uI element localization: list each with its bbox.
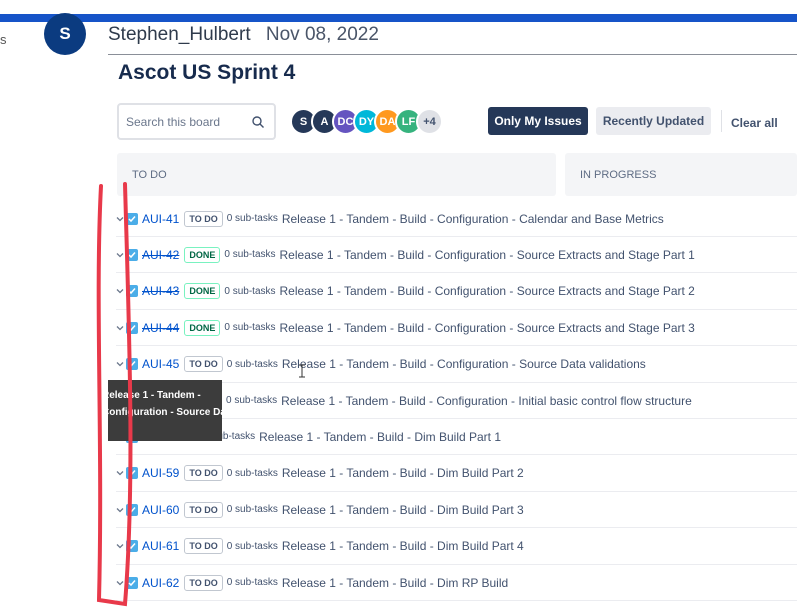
subtask-count: 0 sub-tasks — [224, 322, 276, 334]
assignee-avatar-filter: S A DC DY DA LF +4 — [290, 108, 443, 135]
post-date: Nov 08, 2022 — [265, 24, 379, 45]
issue-summary[interactable]: Release 1 - Tandem - Build - Configurati… — [282, 357, 646, 371]
subtask-count: 0 sub-tasks — [224, 249, 276, 261]
table-row[interactable]: AUI-61 TO DO 0 sub-tasks Release 1 - Tandem… — [116, 529, 797, 565]
clear-all-button[interactable]: Clear all — [731, 116, 778, 130]
table-row[interactable]: AUI-44 DONE 0 sub-tasks Release 1 - Tandem … — [116, 310, 797, 347]
issue-summary[interactable]: Release 1 - Tandem - Build - Configurati… — [282, 212, 664, 226]
post-author[interactable]: Stephen_Hulbert — [108, 24, 251, 45]
status-badge: TO DO — [184, 356, 223, 373]
top-accent-bar — [0, 14, 797, 22]
issue-summary[interactable]: Release 1 - Tandem - Build - Dim Build P… — [282, 539, 524, 553]
table-row[interactable]: AUI-43 DONE 0 sub-tasks Release 1 - Tandem … — [116, 274, 797, 310]
left-text-fragment: s — [0, 32, 7, 47]
subtask-count: 0 sub-tasks — [226, 395, 278, 406]
status-badge: TO DO — [184, 574, 223, 591]
status-badge: TO DO — [184, 501, 223, 518]
table-row[interactable]: AUI-62 TO DO 0 sub-tasks Release 1 - Tandem… — [116, 565, 797, 601]
board-title: Ascot US Sprint 4 — [118, 61, 296, 84]
post-header: Stephen_Hulbert Nov 08, 2022 — [108, 24, 379, 46]
text-cursor-icon — [299, 364, 305, 378]
board-search[interactable] — [117, 103, 276, 140]
issue-summary[interactable]: Release 1 - Tandem - Build - Configurati… — [280, 284, 695, 298]
issue-key-link[interactable]: AUI-43 — [142, 284, 179, 298]
recently-updated-button[interactable]: Recently Updated — [596, 107, 711, 135]
column-header-in-progress: IN PROGRESS — [565, 153, 797, 196]
table-row[interactable]: AUI-59 TO DO 0 sub-tasks Release 1 - Tandem… — [116, 456, 797, 492]
issue-key-link[interactable]: AUI-42 — [142, 248, 179, 262]
table-row[interactable]: AUI-42 DONE 0 sub-tasks Release 1 - Tandem … — [116, 237, 797, 274]
status-badge: TO DO — [184, 538, 223, 555]
screenshot-root: s S Stephen_Hulbert Nov 08, 2022 Ascot U… — [0, 0, 797, 614]
only-my-issues-button[interactable]: Only My Issues — [488, 107, 588, 135]
table-row[interactable]: AUI-45 TO DO 0 sub-tasks Release 1 - Tandem… — [116, 347, 797, 383]
issue-key-link[interactable]: AUI-59 — [142, 466, 179, 480]
status-badge: DONE — [184, 246, 221, 263]
issue-summary[interactable]: Release 1 - Tandem - Build - Configurati… — [280, 248, 695, 262]
issue-summary[interactable]: Release 1 - Tandem - Build - Configurati… — [280, 321, 695, 335]
subtask-count: 0 sub-tasks — [224, 285, 276, 297]
subtask-count: 0 sub-tasks — [226, 213, 278, 224]
search-input[interactable] — [126, 114, 246, 129]
author-avatar[interactable]: S — [44, 13, 86, 55]
issue-key-link[interactable]: AUI-60 — [142, 503, 179, 517]
header-divider — [108, 54, 797, 55]
issue-summary[interactable]: Release 1 - Tandem - Build - Dim RP Buil… — [282, 576, 508, 590]
column-header-todo: TO DO — [117, 153, 556, 196]
status-badge: DONE — [184, 319, 221, 336]
subtask-count: 0 sub-tasks — [226, 540, 278, 552]
issue-summary[interactable]: Release 1 - Tandem - Build - Dim Build P… — [282, 466, 524, 480]
issue-key-link[interactable]: AUI-41 — [142, 212, 179, 226]
red-highlight-annotation — [96, 182, 133, 607]
subtask-count: 0 sub-tasks — [226, 467, 278, 479]
status-badge: TO DO — [184, 210, 223, 227]
issue-key-link[interactable]: AUI-45 — [142, 357, 179, 371]
filter-divider — [721, 110, 722, 132]
search-icon[interactable] — [251, 115, 265, 129]
assignee-avatar[interactable]: +4 — [416, 108, 443, 135]
table-row[interactable]: AUI-41 TO DO 0 sub-tasks Release 1 - Tandem… — [116, 201, 797, 237]
subtask-count: 0 sub-tasks — [226, 504, 278, 516]
issue-summary[interactable]: Release 1 - Tandem - Build - Configurati… — [281, 394, 692, 408]
subtask-count: 0 sub-tasks — [226, 358, 278, 370]
status-badge: TO DO — [184, 465, 223, 482]
status-badge: DONE — [184, 283, 221, 300]
issue-key-link[interactable]: AUI-44 — [142, 321, 179, 335]
issue-summary[interactable]: Release 1 - Tandem - Build - Dim Build P… — [282, 503, 524, 517]
issue-key-link[interactable]: AUI-62 — [142, 576, 179, 590]
subtask-count: 0 sub-tasks — [226, 577, 278, 588]
issue-key-link[interactable]: AUI-61 — [142, 539, 179, 553]
table-row[interactable]: AUI-60 TO DO 0 sub-tasks Release 1 - Tandem… — [116, 492, 797, 529]
issue-summary[interactable]: Release 1 - Tandem - Build - Dim Build P… — [259, 430, 501, 444]
